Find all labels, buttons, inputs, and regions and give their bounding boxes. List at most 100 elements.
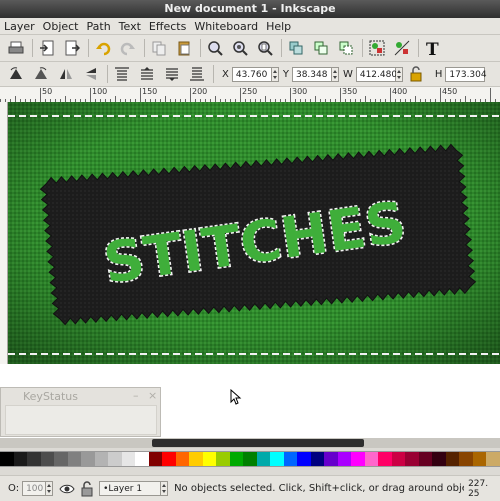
- color-swatch[interactable]: [486, 452, 500, 466]
- menu-effects[interactable]: Effects: [145, 20, 190, 33]
- duplicate-icon[interactable]: [286, 38, 306, 58]
- color-swatch[interactable]: [432, 452, 446, 466]
- color-swatch[interactable]: [13, 452, 27, 466]
- opacity-field[interactable]: 100: [22, 481, 47, 496]
- color-swatch[interactable]: [270, 452, 284, 466]
- color-swatch[interactable]: [175, 452, 189, 466]
- rotate-ccw-icon[interactable]: [6, 64, 26, 84]
- lock-icon[interactable]: [406, 64, 426, 84]
- toolbar-separator: [281, 39, 282, 57]
- group-icon[interactable]: [367, 38, 387, 58]
- raise-to-top-icon[interactable]: [112, 64, 132, 84]
- print-icon[interactable]: [6, 38, 26, 58]
- color-swatch[interactable]: [310, 452, 324, 466]
- color-swatch[interactable]: [391, 452, 405, 466]
- window-title: New document 1 - Inkscape: [164, 2, 336, 15]
- zoom-selection-icon[interactable]: [205, 38, 225, 58]
- ungroup-icon[interactable]: [392, 38, 412, 58]
- x-field[interactable]: 43.760: [231, 66, 272, 82]
- color-swatch[interactable]: [364, 452, 378, 466]
- paste-icon[interactable]: [174, 38, 194, 58]
- menu-help[interactable]: Help: [262, 20, 295, 33]
- lower-icon[interactable]: [162, 64, 182, 84]
- scrollbar-thumb[interactable]: [152, 439, 364, 447]
- x-spinner[interactable]: [271, 66, 279, 82]
- color-swatch[interactable]: [0, 452, 14, 466]
- clone-icon[interactable]: [311, 38, 331, 58]
- zoom-drawing-icon[interactable]: [230, 38, 250, 58]
- menu-path[interactable]: Path: [83, 20, 115, 33]
- y-field[interactable]: 38.348: [291, 66, 332, 82]
- color-swatch[interactable]: [108, 452, 122, 466]
- raise-icon[interactable]: [137, 64, 157, 84]
- color-swatch[interactable]: [351, 452, 365, 466]
- color-swatch[interactable]: [472, 452, 486, 466]
- rotate-cw-icon[interactable]: [31, 64, 51, 84]
- toolbar-separator: [213, 65, 214, 83]
- color-swatch[interactable]: [405, 452, 419, 466]
- copy-icon[interactable]: [149, 38, 169, 58]
- color-swatch[interactable]: [256, 452, 270, 466]
- lower-to-bottom-icon[interactable]: [187, 64, 207, 84]
- status-message: No objects selected. Click, Shift+click,…: [174, 483, 465, 494]
- color-swatch[interactable]: [121, 452, 135, 466]
- current-layer-select[interactable]: •Layer 1: [99, 481, 162, 496]
- color-swatch[interactable]: [202, 452, 216, 466]
- color-swatch[interactable]: [81, 452, 95, 466]
- color-swatch[interactable]: [162, 452, 176, 466]
- color-swatch[interactable]: [27, 452, 41, 466]
- drawing-canvas[interactable]: STITCHES: [8, 102, 500, 364]
- zoom-page-icon[interactable]: [255, 38, 275, 58]
- color-swatch[interactable]: [40, 452, 54, 466]
- color-swatch[interactable]: [94, 452, 108, 466]
- lock-layer-icon[interactable]: [77, 479, 97, 499]
- keystatus-panel[interactable]: KeyStatus – ×: [0, 387, 161, 437]
- menu-whiteboard[interactable]: Whiteboard: [190, 20, 262, 33]
- w-spinner[interactable]: [395, 66, 403, 82]
- ruler-label: 250: [242, 87, 258, 96]
- import-icon[interactable]: [37, 38, 57, 58]
- color-swatch[interactable]: [67, 452, 81, 466]
- color-swatch[interactable]: [324, 452, 338, 466]
- color-swatch[interactable]: [459, 452, 473, 466]
- flip-horizontal-icon[interactable]: [56, 64, 76, 84]
- color-swatch[interactable]: [189, 452, 203, 466]
- color-palette[interactable]: [0, 451, 500, 467]
- redo-icon[interactable]: [118, 38, 138, 58]
- color-swatch[interactable]: [54, 452, 68, 466]
- color-swatch[interactable]: [445, 452, 459, 466]
- w-field[interactable]: 412.480: [355, 66, 397, 82]
- flip-vertical-icon[interactable]: [81, 64, 101, 84]
- color-swatch[interactable]: [337, 452, 351, 466]
- color-swatch[interactable]: [148, 452, 162, 466]
- color-swatch[interactable]: [216, 452, 230, 466]
- x-label: X: [222, 68, 229, 80]
- menu-object[interactable]: Object: [39, 20, 83, 33]
- toolbar-separator: [32, 39, 33, 57]
- color-swatch[interactable]: [135, 452, 149, 466]
- undo-icon[interactable]: [93, 38, 113, 58]
- color-swatch[interactable]: [418, 452, 432, 466]
- vertical-ruler[interactable]: [0, 102, 8, 364]
- color-swatch[interactable]: [283, 452, 297, 466]
- color-swatch[interactable]: [297, 452, 311, 466]
- hide-layer-icon[interactable]: [57, 479, 77, 499]
- color-swatch[interactable]: [243, 452, 257, 466]
- y-spinner[interactable]: [331, 66, 339, 82]
- h-field[interactable]: 173.304: [445, 66, 487, 82]
- color-swatch[interactable]: [378, 452, 392, 466]
- horizontal-scrollbar[interactable]: [0, 438, 500, 448]
- export-icon[interactable]: [62, 38, 82, 58]
- close-icon[interactable]: ×: [148, 389, 157, 402]
- menu-layer[interactable]: Layer: [0, 20, 39, 33]
- horizontal-ruler[interactable]: 50 100 150 200 250 300 350 400 450: [0, 87, 500, 103]
- layer-select-arrows[interactable]: [161, 481, 169, 496]
- minimize-icon[interactable]: –: [133, 389, 139, 402]
- ruler-label: 50: [42, 87, 53, 96]
- color-swatch[interactable]: [229, 452, 243, 466]
- unlink-clone-icon[interactable]: [336, 38, 356, 58]
- opacity-spinner[interactable]: [46, 481, 54, 496]
- menu-text[interactable]: Text: [115, 20, 145, 33]
- artwork[interactable]: STITCHES: [8, 102, 500, 364]
- text-icon[interactable]: T: [423, 38, 443, 58]
